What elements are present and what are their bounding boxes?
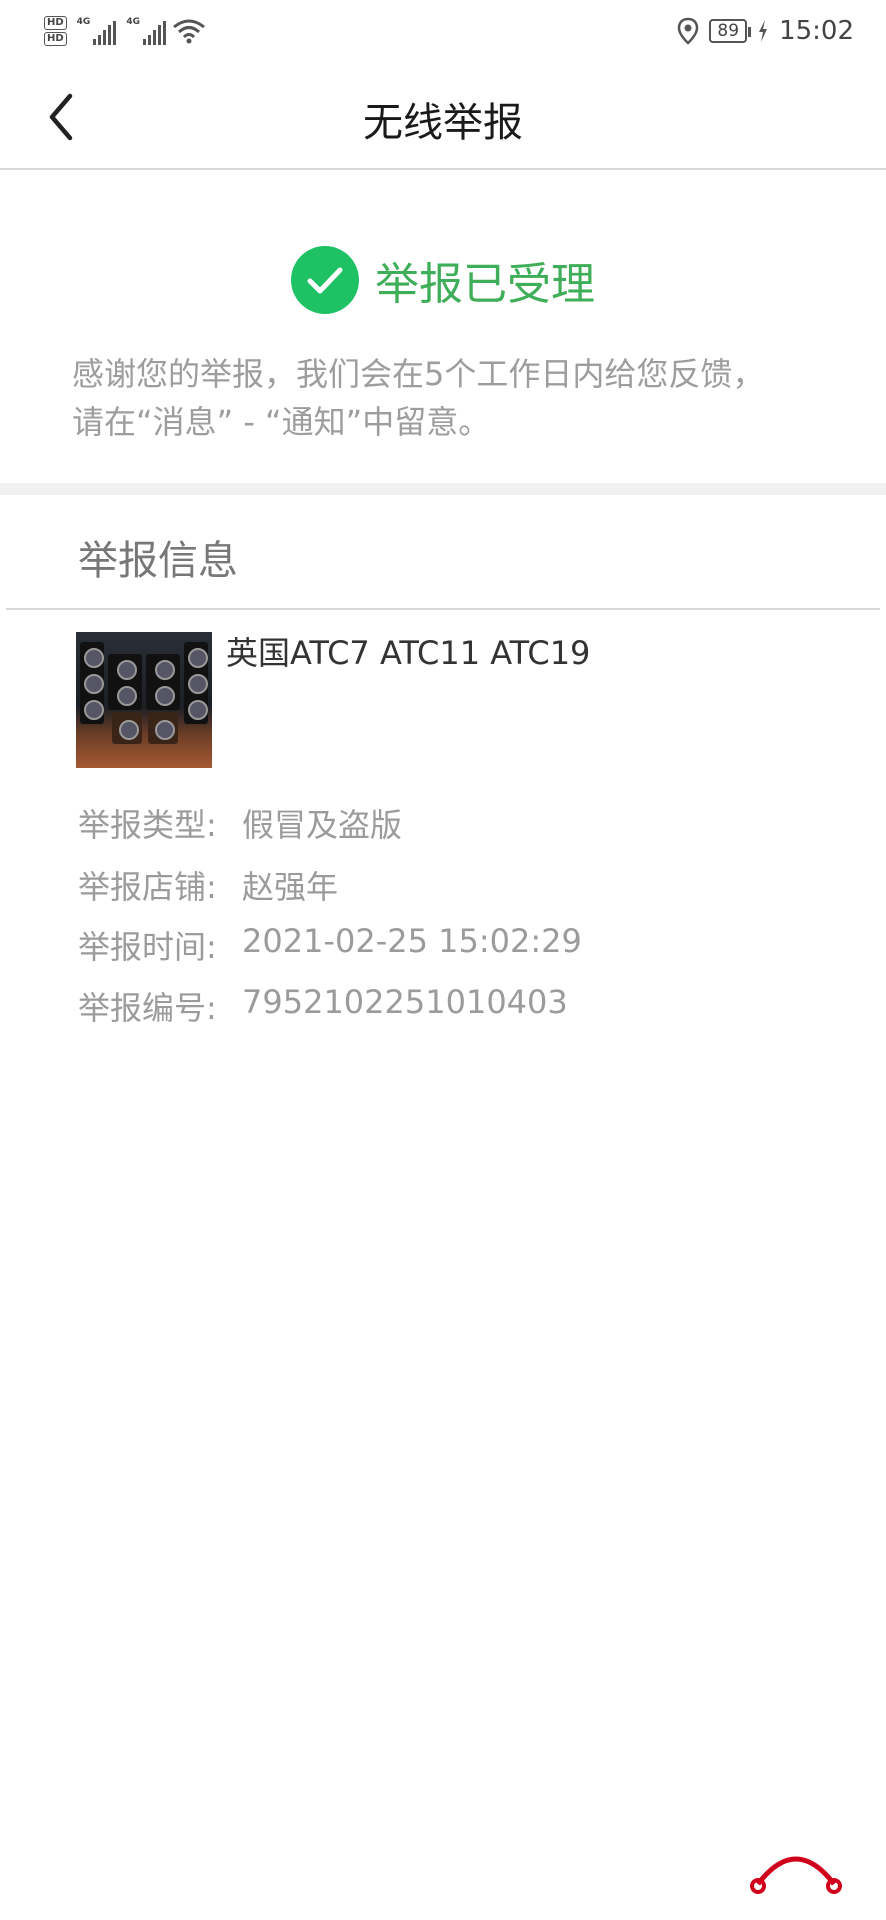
charging-icon: [759, 20, 768, 42]
success-text: 举报已受理: [375, 259, 595, 310]
divider-line: [6, 608, 880, 610]
detail-row-type: 举报类型: 假冒及盗版: [78, 800, 402, 846]
product-title[interactable]: 英国ATC7 ATC11 ATC19: [226, 628, 590, 674]
detail-value: 7952102251010403: [242, 983, 568, 1021]
detail-row-time: 举报时间: 2021-02-25 15:02:29: [78, 922, 582, 968]
product-thumbnail[interactable]: [76, 632, 212, 768]
hd-badges: HD HD: [44, 15, 67, 47]
hd-badge: HD: [44, 32, 67, 46]
notice-line: 请在“消息” - “通知”中留意。: [72, 403, 491, 441]
location-icon: [678, 17, 699, 45]
status-right: 89 15:02: [677, 16, 854, 46]
check-circle-icon: [291, 246, 359, 314]
battery-icon: 89: [709, 19, 751, 43]
hd-badge: HD: [44, 16, 67, 30]
page-title: 无线举报: [363, 100, 523, 146]
success-status: 举报已受理: [0, 246, 886, 314]
signal-icon: 4G: [77, 17, 117, 45]
detail-label: 举报编号:: [78, 989, 217, 1027]
section-divider: [0, 483, 886, 495]
detail-label: 举报店铺:: [78, 868, 217, 906]
network-tag: 4G: [126, 17, 140, 27]
detail-value: 赵强年: [242, 868, 339, 906]
wifi-icon: [173, 19, 205, 44]
section-title: 举报信息: [78, 538, 238, 584]
detail-value: 2021-02-25 15:02:29: [242, 922, 582, 960]
detail-row-number: 举报编号: 7952102251010403: [78, 983, 568, 1029]
detail-row-shop: 举报店铺: 赵强年: [78, 862, 338, 908]
notice-line: 感谢您的举报，我们会在5个工作日内给您反馈，: [72, 355, 765, 393]
notice-text: 感谢您的举报，我们会在5个工作日内给您反馈， 请在“消息” - “通知”中留意。: [72, 350, 832, 446]
detail-value: 假冒及盗版: [242, 806, 403, 844]
signal-icon: 4G: [126, 17, 166, 45]
detail-label: 举报时间:: [78, 928, 217, 966]
navigation-bar: 无线举报: [0, 62, 886, 170]
brand-logo-icon: [750, 1856, 842, 1894]
network-tag: 4G: [76, 17, 91, 27]
detail-label: 举报类型:: [78, 806, 217, 844]
status-left: HD HD 4G 4G: [44, 15, 206, 47]
status-bar: HD HD 4G 4G 89 15:02: [0, 0, 886, 62]
clock: 15:02: [779, 16, 854, 46]
